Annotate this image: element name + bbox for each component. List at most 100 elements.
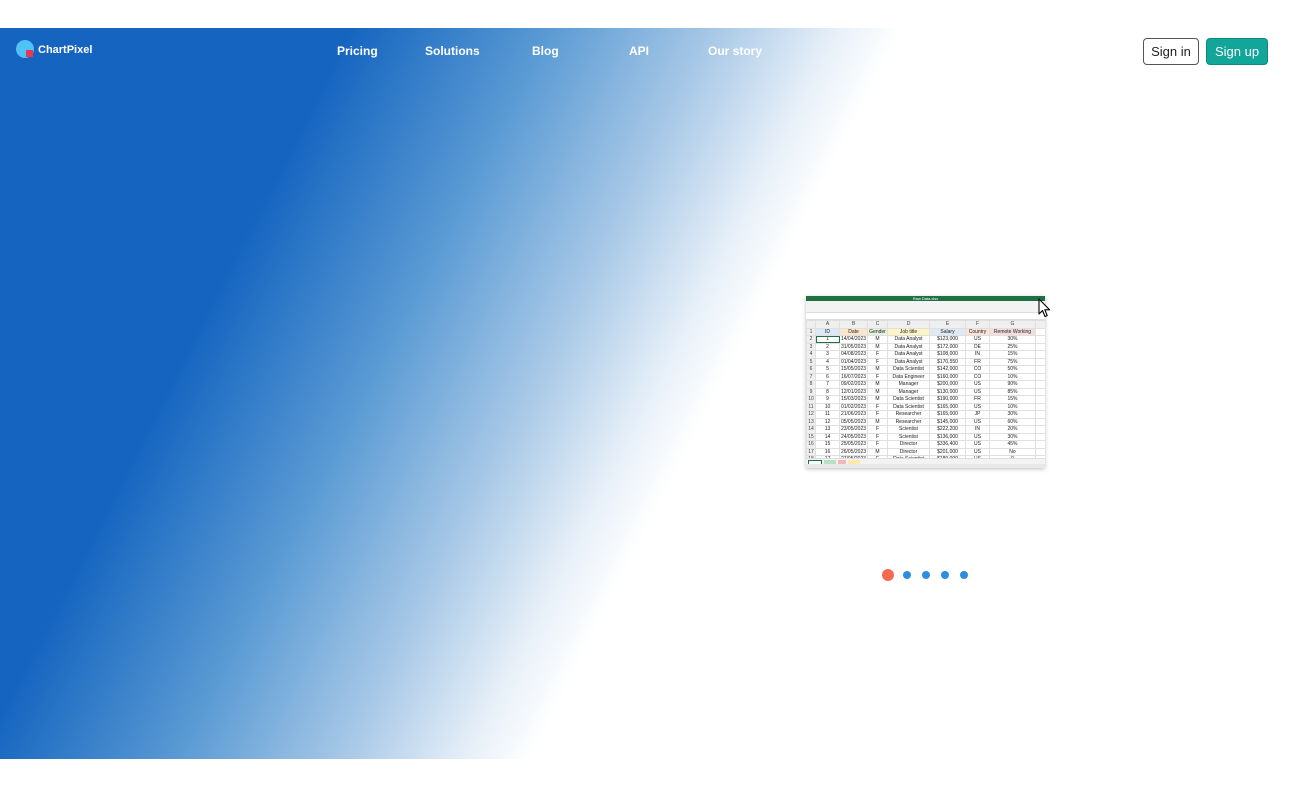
spreadsheet-cell[interactable]: 3 <box>815 350 840 359</box>
brand-logo[interactable]: ChartPixel <box>16 40 92 59</box>
spreadsheet-cell[interactable]: $160,000 <box>929 372 966 381</box>
spreadsheet-cell[interactable]: 21/06/2023 <box>839 410 868 419</box>
spreadsheet-cell[interactable]: M <box>867 342 888 351</box>
spreadsheet-cell[interactable]: F <box>867 410 888 419</box>
spreadsheet-cell[interactable] <box>1035 402 1045 411</box>
spreadsheet-cell[interactable]: 6 <box>815 372 840 381</box>
spreadsheet-cell[interactable]: 10% <box>989 402 1036 411</box>
spreadsheet-cell[interactable]: M <box>867 380 888 389</box>
spreadsheet-cell[interactable]: 16 <box>815 447 840 456</box>
column-letter[interactable]: E <box>929 320 966 329</box>
carousel-dot[interactable] <box>922 571 930 579</box>
spreadsheet-cell[interactable]: US <box>965 402 990 411</box>
carousel-dot[interactable] <box>903 571 911 579</box>
spreadsheet-cell[interactable]: No <box>989 447 1036 456</box>
spreadsheet-cell[interactable]: 15/05/2023 <box>839 365 868 374</box>
spreadsheet-cell[interactable]: M <box>867 365 888 374</box>
spreadsheet-cell[interactable]: 04/08/2023 <box>839 350 868 359</box>
spreadsheet-cell[interactable]: F <box>867 402 888 411</box>
spreadsheet-cell[interactable] <box>1035 327 1045 336</box>
spreadsheet-cell[interactable]: F <box>867 357 888 366</box>
spreadsheet-cell[interactable]: Researcher <box>887 410 930 419</box>
spreadsheet-cell[interactable] <box>1035 425 1045 434</box>
column-letter[interactable]: D <box>887 320 930 329</box>
spreadsheet-cell[interactable]: CO <box>965 372 990 381</box>
spreadsheet-cell[interactable] <box>1035 387 1045 396</box>
spreadsheet-cell[interactable]: $130,000 <box>929 387 966 396</box>
spreadsheet-cell[interactable]: Scientist <box>887 432 930 441</box>
spreadsheet-cell[interactable]: 25/05/2023 <box>839 440 868 449</box>
spreadsheet-header-cell[interactable]: Date <box>839 327 868 336</box>
spreadsheet-cell[interactable]: Director <box>887 440 930 449</box>
spreadsheet-cell[interactable]: $336,400 <box>929 440 966 449</box>
spreadsheet-cell[interactable]: IN <box>965 350 990 359</box>
spreadsheet-cell[interactable] <box>1035 440 1045 449</box>
spreadsheet-cell[interactable] <box>1035 350 1045 359</box>
spreadsheet-cell[interactable]: $201,000 <box>929 447 966 456</box>
spreadsheet-cell[interactable]: F <box>867 425 888 434</box>
spreadsheet-header-cell[interactable]: Gender <box>867 327 888 336</box>
spreadsheet-cell[interactable]: $222,200 <box>929 425 966 434</box>
spreadsheet-cell[interactable]: $108,000 <box>929 350 966 359</box>
sign-in-button[interactable]: Sign in <box>1143 38 1199 65</box>
spreadsheet-cell[interactable]: $123,000 <box>929 335 966 344</box>
spreadsheet-cell[interactable]: US <box>965 417 990 426</box>
carousel-dot-active[interactable] <box>882 569 894 581</box>
spreadsheet-cell[interactable]: 60% <box>989 417 1036 426</box>
spreadsheet-cell[interactable]: US <box>965 447 990 456</box>
spreadsheet-cell[interactable] <box>1035 380 1045 389</box>
spreadsheet-cell[interactable]: 10 <box>815 402 840 411</box>
spreadsheet-cell[interactable] <box>1035 357 1045 366</box>
spreadsheet-cell[interactable]: US <box>965 335 990 344</box>
spreadsheet-cell[interactable] <box>1035 432 1045 441</box>
spreadsheet-cell[interactable]: 8 <box>815 387 840 396</box>
spreadsheet-cell[interactable]: M <box>867 395 888 404</box>
spreadsheet-header-cell[interactable]: ID <box>815 327 840 336</box>
spreadsheet-cell[interactable]: 13 <box>815 425 840 434</box>
spreadsheet-cell[interactable]: US <box>965 387 990 396</box>
spreadsheet-cell[interactable]: Scientist <box>887 425 930 434</box>
spreadsheet-cell[interactable]: $172,000 <box>929 342 966 351</box>
spreadsheet-cell[interactable]: 24/05/2023 <box>839 432 868 441</box>
spreadsheet-cell[interactable]: 4 <box>815 357 840 366</box>
nav-api[interactable]: API <box>629 44 649 58</box>
spreadsheet-cell[interactable]: 5 <box>815 365 840 374</box>
spreadsheet-cell[interactable]: M <box>867 417 888 426</box>
spreadsheet-cell[interactable] <box>1035 372 1045 381</box>
spreadsheet-cell[interactable]: Data Engineer <box>887 372 930 381</box>
spreadsheet-cell[interactable] <box>1035 395 1045 404</box>
spreadsheet-cell[interactable]: 30% <box>989 335 1036 344</box>
spreadsheet-cell[interactable]: 10% <box>989 372 1036 381</box>
spreadsheet-cell[interactable]: 01/04/2023 <box>839 357 868 366</box>
spreadsheet-cell[interactable]: Manager <box>887 387 930 396</box>
spreadsheet-cell[interactable]: 15% <box>989 350 1036 359</box>
spreadsheet-cell[interactable]: 90% <box>989 380 1036 389</box>
spreadsheet-cell[interactable]: Data Scientist <box>887 402 930 411</box>
spreadsheet-cell[interactable]: F <box>867 372 888 381</box>
spreadsheet-cell[interactable] <box>1035 335 1045 344</box>
spreadsheet-cell[interactable]: 15/03/2023 <box>839 395 868 404</box>
spreadsheet-cell[interactable]: 1 <box>815 335 840 344</box>
nav-blog[interactable]: Blog <box>532 44 559 58</box>
spreadsheet-cell[interactable]: $142,000 <box>929 365 966 374</box>
spreadsheet-cell[interactable]: 23/05/2023 <box>839 425 868 434</box>
spreadsheet-cell[interactable]: DE <box>965 342 990 351</box>
nav-pricing[interactable]: Pricing <box>337 44 378 58</box>
spreadsheet-cell[interactable]: US <box>965 440 990 449</box>
spreadsheet-cell[interactable]: 11 <box>815 410 840 419</box>
column-letter[interactable]: C <box>867 320 888 329</box>
spreadsheet-cell[interactable]: IN <box>965 425 990 434</box>
spreadsheet-cell[interactable]: F <box>867 432 888 441</box>
spreadsheet-cell[interactable]: $165,000 <box>929 410 966 419</box>
column-letter[interactable]: F <box>965 320 990 329</box>
spreadsheet-cell[interactable]: 14 <box>815 432 840 441</box>
spreadsheet-cell[interactable]: M <box>867 447 888 456</box>
spreadsheet-cell[interactable] <box>1035 365 1045 374</box>
spreadsheet-cell[interactable]: 2 <box>815 342 840 351</box>
spreadsheet-cell[interactable] <box>1035 342 1045 351</box>
spreadsheet-cell[interactable]: 26/05/2023 <box>839 447 868 456</box>
spreadsheet-header-cell[interactable]: Job title <box>887 327 930 336</box>
spreadsheet-cell[interactable]: CO <box>965 365 990 374</box>
spreadsheet-cell[interactable]: JP <box>965 410 990 419</box>
spreadsheet-cell[interactable] <box>1035 417 1045 426</box>
